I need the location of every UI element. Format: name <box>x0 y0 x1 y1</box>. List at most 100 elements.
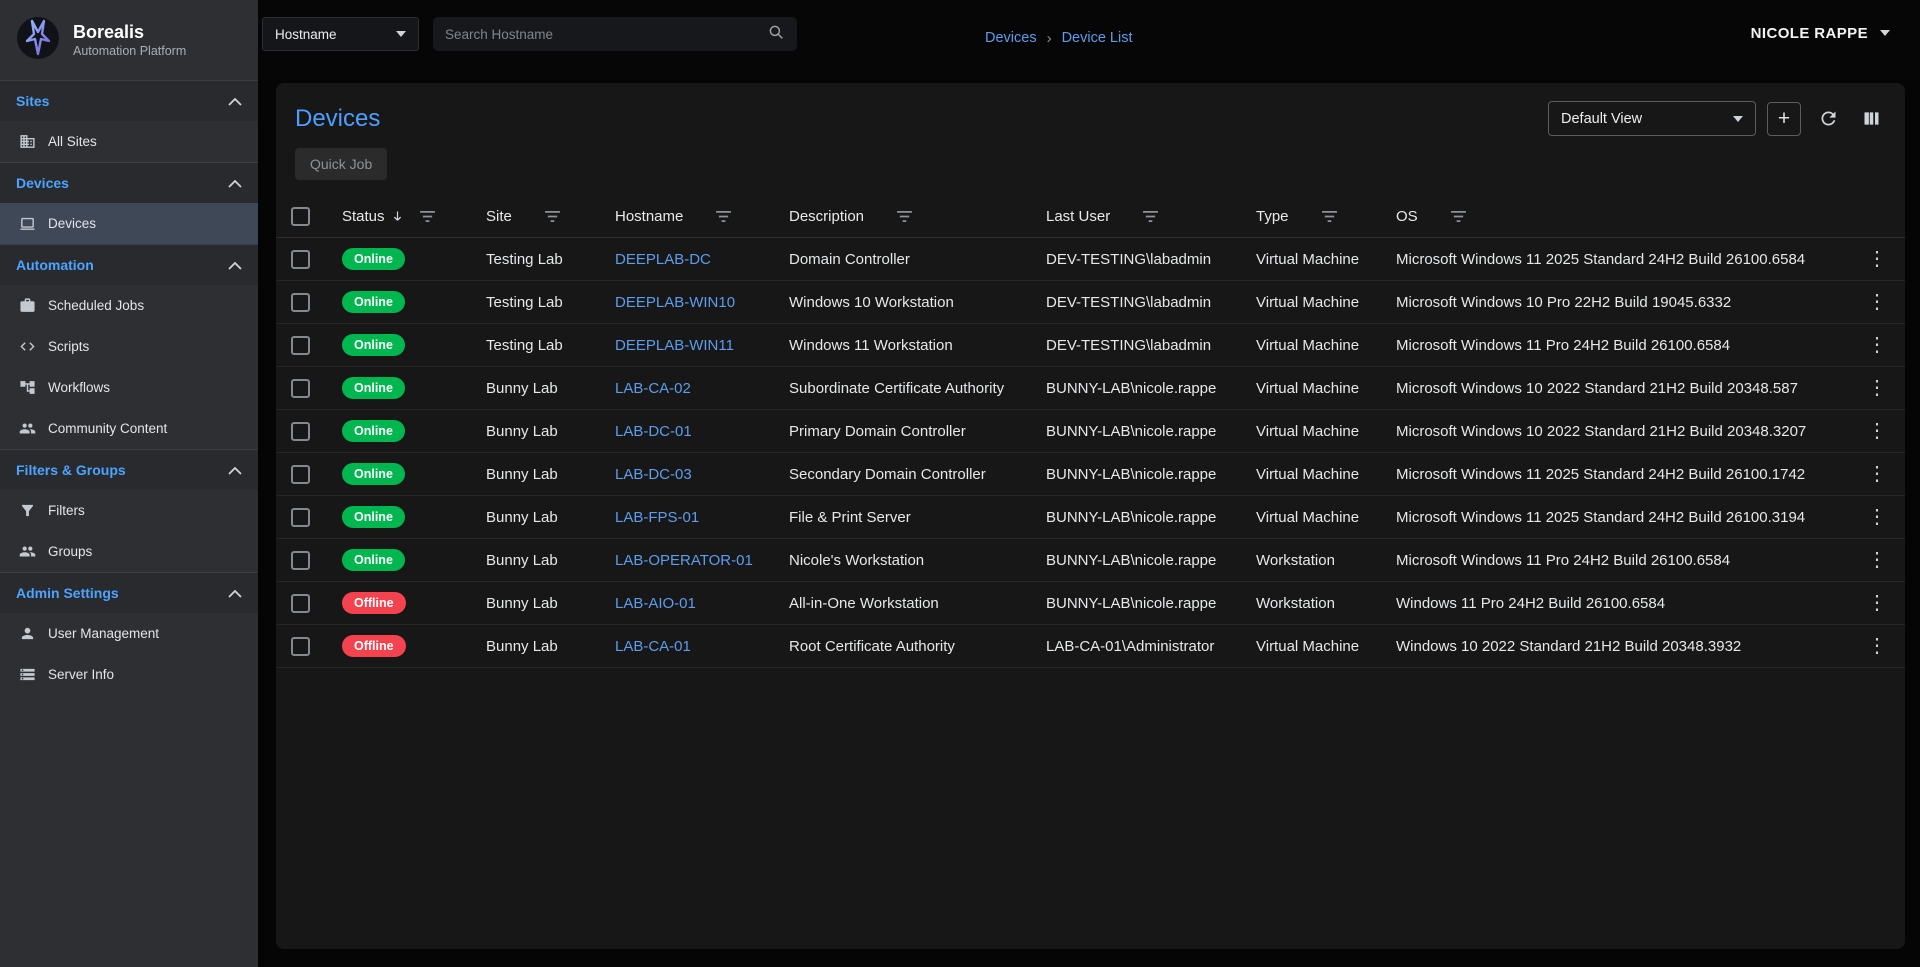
description-cell: Windows 11 Workstation <box>771 337 1028 354</box>
user-menu[interactable]: NICOLE RAPPE <box>1751 25 1890 42</box>
row-checkbox[interactable] <box>291 293 310 312</box>
search-input[interactable] <box>445 27 767 42</box>
table-row[interactable]: OfflineBunny LabLAB-CA-01Root Certificat… <box>276 625 1905 668</box>
column-header-status[interactable]: Status <box>342 208 385 225</box>
hostname-link[interactable]: LAB-CA-02 <box>615 380 691 397</box>
hostname-link[interactable]: LAB-OPERATOR-01 <box>615 552 753 569</box>
row-checkbox[interactable] <box>291 422 310 441</box>
more-vert-icon[interactable]: ⋮ <box>1867 550 1887 570</box>
sidebar-item-scheduled-jobs[interactable]: Scheduled Jobs <box>0 285 258 326</box>
table-row[interactable]: OnlineBunny LabLAB-DC-01Primary Domain C… <box>276 410 1905 453</box>
filter-icon[interactable] <box>1321 210 1338 223</box>
status-badge: Online <box>342 420 405 442</box>
devices-icon <box>18 215 36 232</box>
sidebar-item-label: Filters <box>48 503 85 518</box>
sidebar-item-scripts[interactable]: Scripts <box>0 326 258 367</box>
table-row[interactable]: OnlineBunny LabLAB-OPERATOR-01Nicole's W… <box>276 539 1905 582</box>
sidebar-section-sites[interactable]: Sites <box>0 80 258 121</box>
os-cell: Microsoft Windows 11 Pro 24H2 Build 2610… <box>1378 552 1849 569</box>
site-cell: Bunny Lab <box>468 595 597 612</box>
row-checkbox[interactable] <box>291 336 310 355</box>
filter-icon[interactable] <box>1142 210 1159 223</box>
table-row[interactable]: OnlineTesting LabDEEPLAB-WIN11Windows 11… <box>276 324 1905 367</box>
column-header-os[interactable]: OS <box>1396 208 1418 225</box>
row-checkbox[interactable] <box>291 508 310 527</box>
row-checkbox[interactable] <box>291 465 310 484</box>
more-vert-icon[interactable]: ⋮ <box>1867 378 1887 398</box>
sidebar-item-label: Devices <box>48 216 96 231</box>
search-field-selector[interactable]: Hostname <box>262 17 419 51</box>
more-vert-icon[interactable]: ⋮ <box>1867 335 1887 355</box>
filter-icon[interactable] <box>419 210 436 223</box>
more-vert-icon[interactable]: ⋮ <box>1867 421 1887 441</box>
sidebar-section-devices[interactable]: Devices <box>0 162 258 203</box>
table-row[interactable]: OnlineTesting LabDEEPLAB-DCDomain Contro… <box>276 238 1905 281</box>
row-checkbox[interactable] <box>291 594 310 613</box>
more-vert-icon[interactable]: ⋮ <box>1867 292 1887 312</box>
description-cell: Windows 10 Workstation <box>771 294 1028 311</box>
table-row[interactable]: OfflineBunny LabLAB-AIO-01All-in-One Wor… <box>276 582 1905 625</box>
hostname-link[interactable]: DEEPLAB-DC <box>615 251 711 268</box>
sidebar-item-user-management[interactable]: User Management <box>0 613 258 654</box>
column-header-hostname[interactable]: Hostname <box>615 208 683 225</box>
chevron-up-icon <box>228 175 242 191</box>
sidebar-section-filters-groups[interactable]: Filters & Groups <box>0 449 258 490</box>
type-cell: Virtual Machine <box>1238 423 1378 440</box>
view-selector[interactable]: Default View <box>1548 101 1756 136</box>
breadcrumb-devices[interactable]: Devices <box>985 30 1037 46</box>
row-checkbox[interactable] <box>291 637 310 656</box>
sidebar-section-admin-settings[interactable]: Admin Settings <box>0 572 258 613</box>
sidebar-section-automation[interactable]: Automation <box>0 244 258 285</box>
search-icon[interactable] <box>767 23 785 46</box>
quick-job-button[interactable]: Quick Job <box>295 148 387 180</box>
columns-icon[interactable] <box>1855 103 1887 135</box>
hostname-link[interactable]: LAB-CA-01 <box>615 638 691 655</box>
site-cell: Testing Lab <box>468 251 597 268</box>
hostname-link[interactable]: DEEPLAB-WIN11 <box>615 337 734 354</box>
section-label: Devices <box>16 175 69 191</box>
hostname-link[interactable]: LAB-DC-01 <box>615 423 692 440</box>
hostname-link[interactable]: DEEPLAB-WIN10 <box>615 294 735 311</box>
row-checkbox[interactable] <box>291 551 310 570</box>
more-vert-icon[interactable]: ⋮ <box>1867 636 1887 656</box>
table-row[interactable]: OnlineBunny LabLAB-CA-02Subordinate Cert… <box>276 367 1905 410</box>
sidebar-item-server-info[interactable]: Server Info <box>0 654 258 695</box>
section-label: Sites <box>16 93 49 109</box>
description-cell: Secondary Domain Controller <box>771 466 1028 483</box>
table-row[interactable]: OnlineTesting LabDEEPLAB-WIN10Windows 10… <box>276 281 1905 324</box>
row-checkbox[interactable] <box>291 250 310 269</box>
sidebar-item-community-content[interactable]: Community Content <box>0 408 258 449</box>
sidebar-item-workflows[interactable]: Workflows <box>0 367 258 408</box>
more-vert-icon[interactable]: ⋮ <box>1867 464 1887 484</box>
sidebar-item-all-sites[interactable]: All Sites <box>0 121 258 162</box>
sort-desc-icon[interactable] <box>390 209 405 224</box>
filter-icon[interactable] <box>1450 210 1467 223</box>
add-view-button[interactable]: + <box>1767 102 1801 136</box>
sidebar-item-filters[interactable]: Filters <box>0 490 258 531</box>
hostname-link[interactable]: LAB-AIO-01 <box>615 595 696 612</box>
column-header-type[interactable]: Type <box>1256 208 1289 225</box>
column-header-site[interactable]: Site <box>486 208 512 225</box>
filter-icon[interactable] <box>544 210 561 223</box>
table-row[interactable]: OnlineBunny LabLAB-DC-03Secondary Domain… <box>276 453 1905 496</box>
column-header-description[interactable]: Description <box>789 208 864 225</box>
sidebar-item-devices[interactable]: Devices <box>0 203 258 244</box>
status-badge: Online <box>342 291 405 313</box>
hostname-link[interactable]: LAB-DC-03 <box>615 466 692 483</box>
filter-icon[interactable] <box>715 210 732 223</box>
more-vert-icon[interactable]: ⋮ <box>1867 249 1887 269</box>
sidebar-item-groups[interactable]: Groups <box>0 531 258 572</box>
breadcrumb-device-list[interactable]: Device List <box>1062 30 1133 46</box>
row-checkbox[interactable] <box>291 379 310 398</box>
hostname-link[interactable]: LAB-FPS-01 <box>615 509 699 526</box>
more-vert-icon[interactable]: ⋮ <box>1867 593 1887 613</box>
description-cell: Domain Controller <box>771 251 1028 268</box>
os-cell: Windows 10 2022 Standard 21H2 Build 2034… <box>1378 638 1849 655</box>
column-header-last-user[interactable]: Last User <box>1046 208 1110 225</box>
more-vert-icon[interactable]: ⋮ <box>1867 507 1887 527</box>
refresh-icon[interactable] <box>1812 103 1844 135</box>
filter-icon[interactable] <box>896 210 913 223</box>
select-all-checkbox[interactable] <box>291 207 310 226</box>
server-info-icon <box>18 666 36 683</box>
table-row[interactable]: OnlineBunny LabLAB-FPS-01File & Print Se… <box>276 496 1905 539</box>
